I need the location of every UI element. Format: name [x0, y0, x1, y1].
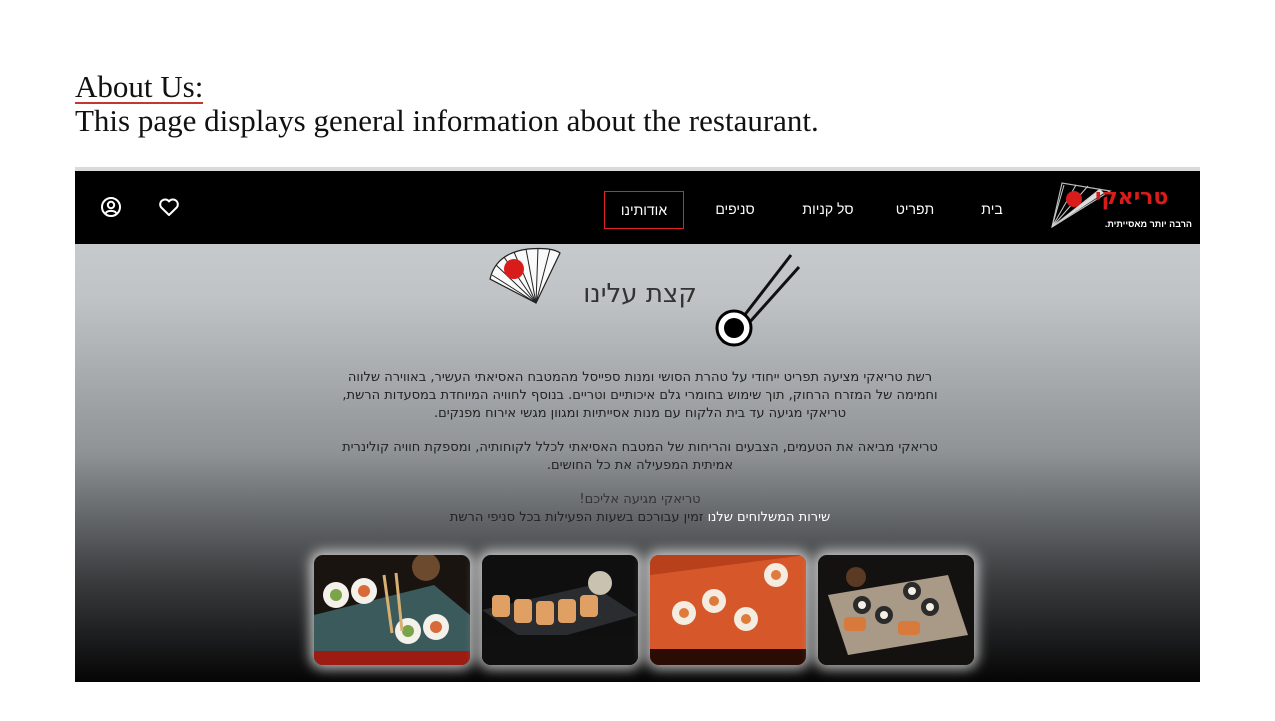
nav-branches[interactable]: סניפים: [705, 191, 765, 227]
about-paragraph-1: רשת טריאקי מציעה תפריט ייחודי על טהרת הס…: [342, 370, 938, 421]
delivery-link[interactable]: שירות המשלוחים שלנו: [708, 510, 831, 525]
user-icon[interactable]: [99, 195, 123, 219]
nav-home[interactable]: בית: [975, 191, 1009, 227]
top-navbar: אודותינו סניפים סל קניות תפריט בית טריאק…: [75, 171, 1200, 244]
nav-cart[interactable]: סל קניות: [793, 191, 863, 227]
about-paragraph-2: טריאקי מביאה את הטעמים, הצבעים והריחות ש…: [342, 440, 938, 473]
slide-heading: About Us:: [75, 69, 204, 104]
heart-icon[interactable]: [157, 195, 181, 219]
fan-illustration: [489, 247, 561, 304]
delivery-text: זמין עבורכם בשעות הפעילות בכל סניפי הרשת: [449, 510, 704, 525]
slide-title: About Us: This page displays general inf…: [75, 70, 819, 138]
sushi-photo-4[interactable]: [818, 555, 974, 665]
page-heading: קצת עלינו: [583, 279, 697, 309]
delivery-line: שירות המשלוחים שלנו זמין עבורכם בשעות הפ…: [330, 509, 950, 527]
slide-description: This page displays general information a…: [75, 103, 819, 138]
sushi-photo-1[interactable]: [314, 555, 470, 665]
website-screenshot: אודותינו סניפים סל קניות תפריט בית טריאק…: [75, 167, 1200, 682]
nav-about[interactable]: אודותינו: [604, 191, 684, 229]
nav-menu[interactable]: תפריט: [890, 191, 940, 227]
sushi-photo-2[interactable]: [482, 555, 638, 665]
sushi-photo-3[interactable]: [650, 555, 806, 665]
chopsticks-sushi-illustration: [715, 254, 801, 347]
logo-tagline: הרבה יותר מאסייתית.: [1104, 219, 1192, 229]
logo-text: טריאקי: [1095, 185, 1169, 210]
about-paragraph-3: טריאקי מגיעה אליכם!: [579, 492, 701, 507]
